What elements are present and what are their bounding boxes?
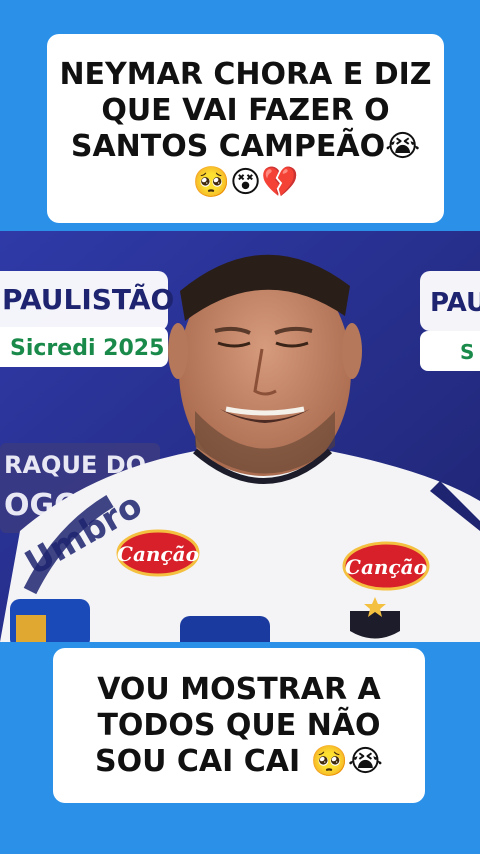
sponsor-left-text: Canção — [117, 542, 199, 566]
board-left-subtitle: Sicredi 2025 — [10, 336, 164, 361]
top-caption-text: NEYMAR CHORA E DIZ QUE VAI FAZER O SANTO… — [59, 56, 432, 200]
sponsor-right-text: Canção — [345, 555, 427, 579]
board-left-title: PAULISTÃO — [2, 282, 174, 316]
backdrop-board-right: PAUL S — [420, 271, 480, 371]
sponsor-logo-left: Canção — [116, 529, 200, 577]
bottom-caption-text: VOU MOSTRAR A TODOS QUE NÃO SOU CAI CAI … — [94, 671, 383, 779]
board-right-subtitle: S — [460, 340, 474, 364]
sponsor-logo-right: Canção — [342, 541, 430, 591]
interview-scene: PAULISTÃO Sicredi 2025 RAQUE DO OGO PAUL… — [0, 231, 480, 642]
top-caption: NEYMAR CHORA E DIZ QUE VAI FAZER O SANTO… — [47, 34, 444, 223]
bottom-caption: VOU MOSTRAR A TODOS QUE NÃO SOU CAI CAI … — [53, 648, 425, 803]
video-frame: PAULISTÃO Sicredi 2025 RAQUE DO OGO PAUL… — [0, 231, 480, 642]
board-right-title: PAUL — [430, 288, 480, 318]
